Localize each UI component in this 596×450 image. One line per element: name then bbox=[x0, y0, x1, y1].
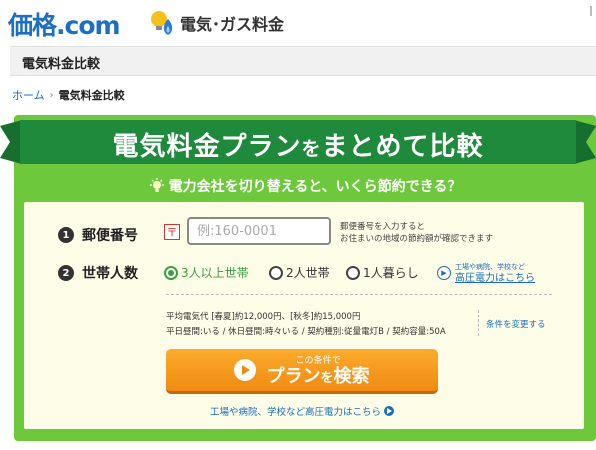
page-title: 電気料金比較 bbox=[22, 57, 101, 72]
breadcrumb-home-link[interactable]: ホーム bbox=[12, 87, 45, 103]
breadcrumb-separator: › bbox=[49, 89, 54, 101]
play-circle-icon: ▶ bbox=[437, 266, 451, 280]
postal-hint-line2: お住まいの地域の節約額が確認できます bbox=[340, 234, 494, 244]
household-option-2[interactable]: 2人世帯 bbox=[269, 264, 330, 281]
postal-label-text: 郵便番号 bbox=[82, 228, 138, 244]
search-button-label-particle: を bbox=[320, 371, 334, 386]
corner-divider bbox=[590, 6, 592, 16]
service-name: 電気･ガス料金 bbox=[180, 15, 285, 34]
step-1-badge: 1 bbox=[58, 227, 74, 243]
kakaku-logo[interactable]: 価格.com bbox=[8, 6, 121, 42]
page-title-bar: 電気料金比較 bbox=[10, 46, 596, 76]
play-icon bbox=[234, 359, 257, 381]
conditions-summary: 平均電気代 [春夏]約12,000円、[秋冬]約15,000円 平日昼間:いる … bbox=[166, 310, 446, 340]
search-button-text: この条件で プランを検索 bbox=[266, 353, 369, 387]
conditions-line1: 平均電気代 [春夏]約12,000円、[秋冬]約15,000円 bbox=[166, 312, 361, 322]
form-divider bbox=[166, 294, 552, 295]
search-plans-button[interactable]: この条件で プランを検索 bbox=[166, 349, 438, 394]
lightbulb-icon bbox=[149, 178, 164, 192]
bottom-link-text: 工場や病院、学校など高圧電力はこちら bbox=[210, 407, 382, 418]
banner-subtitle-text: 電力会社を切り替えると、いくら節約できる？ bbox=[168, 179, 462, 195]
postal-mark-icon: 〒 bbox=[164, 224, 180, 240]
bottom-high-voltage-link[interactable]: 工場や病院、学校など高圧電力はこちら bbox=[210, 404, 395, 418]
radio-icon bbox=[269, 265, 283, 280]
postal-hint-line1: 郵便番号を入力すると bbox=[340, 222, 426, 232]
household-label: 2 世帯人数 bbox=[58, 263, 138, 283]
high-voltage-small: 工場や病院、学校など bbox=[455, 263, 525, 271]
banner-title-main: 電気料金プラン bbox=[112, 132, 302, 162]
search-button-label-end: 検索 bbox=[333, 366, 370, 387]
service-title[interactable]: 電気･ガス料金 bbox=[148, 9, 284, 37]
conditions-line2: 平日昼間:いる / 休日昼間:時々いる / 契約種別:従量電灯B / 契約容量:… bbox=[166, 327, 446, 337]
conditions-divider bbox=[478, 310, 479, 336]
postal-hint: 郵便番号を入力すると お住まいの地域の節約額が確認できます bbox=[340, 221, 493, 245]
logo-suffix: com bbox=[64, 11, 121, 40]
household-option-label: 2人世帯 bbox=[286, 266, 330, 280]
breadcrumb: ホーム › 電気料金比較 bbox=[12, 87, 125, 103]
postal-label: 1 郵便番号 bbox=[58, 225, 138, 245]
banner-title-particle: を bbox=[301, 138, 322, 160]
banner-subtitle: 電力会社を切り替えると、いくら節約できる？ bbox=[14, 176, 596, 196]
high-voltage-link-text: 工場や病院、学校など 高圧電力はこちら bbox=[455, 262, 535, 284]
banner-title: 電気料金プランをまとめて比較 bbox=[0, 126, 596, 163]
household-option-3plus[interactable]: 3人以上世帯 bbox=[164, 264, 249, 281]
gas-electric-icon bbox=[151, 11, 173, 35]
breadcrumb-current: 電気料金比較 bbox=[58, 89, 125, 102]
arrow-circle-icon bbox=[384, 406, 395, 416]
logo-text: 価格 bbox=[8, 11, 57, 40]
high-voltage-label: 高圧電力はこちら bbox=[455, 273, 535, 284]
household-option-1[interactable]: 1人暮らし bbox=[346, 264, 419, 281]
radio-selected-icon bbox=[164, 265, 178, 280]
search-button-label-main: プラン bbox=[266, 366, 321, 387]
household-label-text: 世帯人数 bbox=[82, 266, 138, 282]
postal-code-input[interactable] bbox=[187, 217, 331, 245]
banner-ribbon: 電気料金プランをまとめて比較 bbox=[0, 120, 596, 164]
site-header: 価格.com 電気･ガス料金 bbox=[0, 0, 596, 44]
radio-icon bbox=[346, 265, 360, 280]
search-button-label: プランを検索 bbox=[266, 366, 370, 387]
change-conditions-link[interactable]: 条件を変更する bbox=[486, 318, 546, 330]
household-option-label: 3人以上世帯 bbox=[181, 266, 249, 280]
logo-dot: . bbox=[56, 11, 65, 40]
step-2-badge: 2 bbox=[58, 265, 74, 281]
household-option-label: 1人暮らし bbox=[363, 266, 419, 280]
high-voltage-link[interactable]: ▶ 工場や病院、学校など 高圧電力はこちら bbox=[437, 262, 535, 284]
banner-title-end: まとめて比較 bbox=[321, 132, 484, 162]
